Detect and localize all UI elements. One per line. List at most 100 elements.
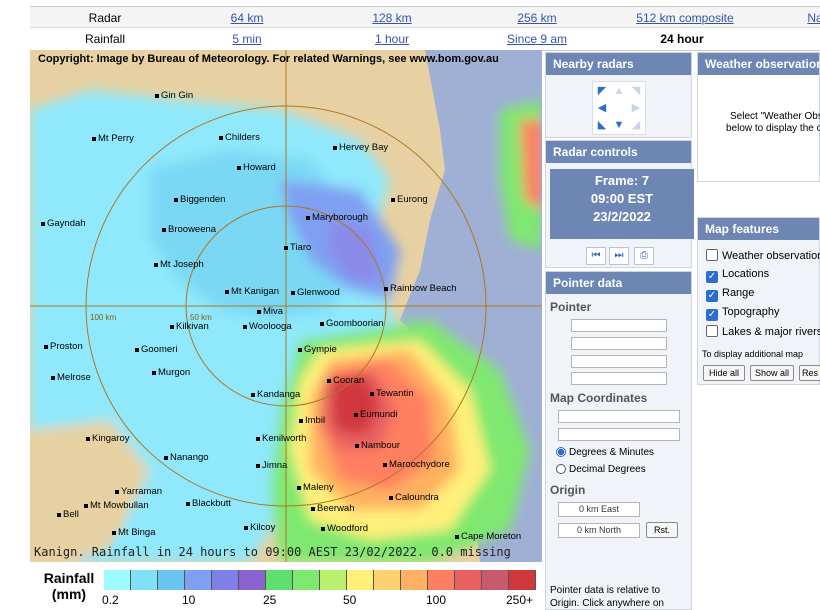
town-label: Glenwood [291,287,340,298]
weather-observation-title: Weather observation [698,53,820,75]
town-label: Imbil [299,415,325,426]
arrow-east-icon: ▶ [631,102,641,114]
legend-swatch [131,570,158,590]
town-label: Biggenden [174,194,225,205]
reset-origin-button[interactable]: Rst. [646,522,678,538]
town-label: Mt Mowbullan [84,500,149,511]
legend-swatch [239,570,266,590]
legend-tick: 0.2 [102,593,119,607]
arrow-northwest-icon[interactable]: ◤ [595,84,609,98]
pointer-field-1 [571,319,667,332]
weather-obs-line-2: below to display the o [726,123,820,134]
legend-swatch [374,570,401,590]
hide-all-button[interactable]: Hide all [703,365,745,381]
rainfall-1hour-link[interactable]: 1 hour [360,28,424,50]
pointer-label: Pointer [550,300,592,314]
rainfall-since-9am-link[interactable]: Since 9 am [495,28,579,50]
rainfall-legend: Rainfall (mm) 0.2 10 25 50 100 250+ [30,566,542,610]
locations-checkbox[interactable]: ✓ Locations [706,268,769,283]
legend-tick: 50 [343,593,357,607]
town-label: Caloundra [389,492,439,503]
town-label: Mt Binga [112,527,156,538]
coordinate-field-1 [558,410,680,423]
weather-observation-checkbox[interactable]: Weather observation [706,249,820,262]
radar-map[interactable]: Copyright: Image by Bureau of Meteorolog… [30,50,542,562]
map-caption: Kanign. Rainfall in 24 hours to 09:00 AE… [34,545,511,559]
next-frame-button[interactable]: ⏭ [609,247,629,265]
topography-checkbox[interactable]: ✓ Topography [706,306,780,321]
town-label: Eurong [391,194,428,205]
town-label: Miva [257,306,283,317]
arrow-west-icon[interactable]: ◀ [595,101,609,115]
ring-label-100km: 100 km [90,313,117,322]
legend-tick: 10 [182,593,196,607]
degrees-minutes-radio[interactable]: Degrees & Minutes [556,447,654,458]
arrow-north-icon: ▲ [613,85,625,97]
legend-swatch [428,570,455,590]
radar-national-link[interactable]: Na [805,7,820,29]
town-label: Melrose [51,372,91,383]
legend-tick: 25 [263,593,277,607]
pointer-data-title: Pointer data [546,272,691,294]
town-label: Woolooga [243,321,292,332]
town-label: Hervey Bay [333,142,388,153]
reset-features-button[interactable]: Res [799,365,820,381]
origin-north-field: 0 km North [558,523,640,538]
pointer-data-panel: Pointer data Pointer Map Coordinates Deg… [545,271,692,610]
town-label: Beerwah [311,503,355,514]
legend-tick: 250+ [506,593,534,607]
skip-back-icon: ⏮ [591,250,601,261]
legend-swatch [185,570,212,590]
show-all-button[interactable]: Show all [750,365,794,381]
pointer-note-line-1: Pointer data is relative to [550,585,661,596]
town-label: Tewantin [370,388,414,399]
radar-controls-panel: Radar controls Frame: 7 09:00 EST 23/2/2… [545,140,694,268]
town-label: Rainbow Beach [384,283,457,294]
town-label: Maryborough [306,212,368,223]
arrow-southwest-icon[interactable]: ◣ [595,118,609,132]
weather-obs-line-1: Select "Weather Obs [730,111,820,122]
arrow-southeast-icon: ◢ [631,119,641,131]
frame-time: 09:00 EST [590,191,654,206]
skip-forward-icon: ⏭ [614,250,624,261]
town-label: Woodford [321,523,368,534]
rainfall-range-row: Rainfall 5 min 1 hour Since 9 am 24 hour [30,27,820,51]
radar-128km-link[interactable]: 128 km [360,7,424,29]
rainfall-5min-link[interactable]: 5 min [215,28,279,50]
legend-swatch [320,570,347,590]
frame-info: Frame: 7 09:00 EST 23/2/2022 [550,169,694,239]
legend-swatch [347,570,374,590]
first-frame-button[interactable]: ⏮ [586,247,606,265]
nearby-radars-title: Nearby radars [546,53,691,75]
town-label: Jimna [256,460,287,471]
town-label: Kingaroy [86,433,130,444]
town-label: Murgon [152,367,190,378]
frame-date: 23/2/2022 [593,209,651,224]
legend-tick: 100 [426,593,447,607]
legend-title: Rainfall (mm) [43,570,95,602]
legend-swatch [104,570,131,590]
radar-image [30,50,542,562]
arrow-south-icon[interactable]: ▼ [612,118,626,132]
town-label: Goomboorian [320,318,384,329]
decimal-degrees-radio[interactable]: Decimal Degrees [556,464,646,475]
lakes-rivers-checkbox[interactable]: Lakes & major rivers [706,325,820,338]
town-label: Kilcoy [244,522,275,533]
radar-64km-link[interactable]: 64 km [215,7,279,29]
radar-direction-pad: ◤ ▲ ◥ ◀ ▶ ◣ ▼ ◢ [592,81,646,135]
range-checkbox[interactable]: ✓ Range [706,287,754,302]
town-label: Goomeri [135,344,177,355]
map-copyright: Copyright: Image by Bureau of Meteorolog… [38,53,499,65]
legend-swatch [158,570,185,590]
town-label: Mt Perry [92,133,134,144]
radar-256km-link[interactable]: 256 km [505,7,569,29]
radar-512km-composite-link[interactable]: 512 km composite [625,7,745,29]
printer-icon: ⎙ [640,250,648,261]
print-button[interactable]: ⎙ [634,247,654,265]
weather-observation-panel: Weather observation Select "Weather Obs … [697,52,820,182]
nearby-radars-panel: Nearby radars ◤ ▲ ◥ ◀ ▶ ◣ ▼ ◢ [545,52,692,138]
origin-label: Origin [550,483,586,497]
town-label: Gayndah [41,218,86,229]
arrow-northeast-icon: ◥ [631,85,641,97]
town-label: Brooweena [162,224,216,235]
